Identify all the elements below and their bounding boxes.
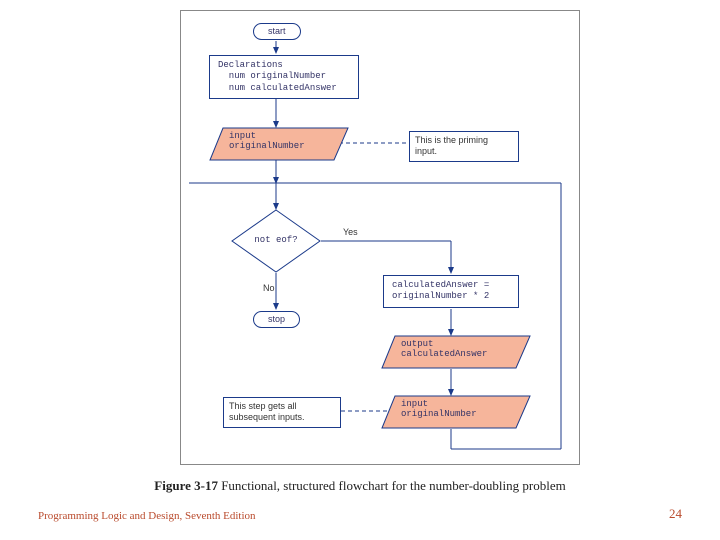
flowchart-frame: start Declarations num originalNumber nu… — [180, 10, 580, 465]
terminal-start-text: start — [268, 26, 286, 36]
terminal-stop: stop — [253, 311, 300, 328]
annotation-priming: This is the priming input. — [409, 131, 519, 162]
decl-line-3: num calculatedAnswer — [218, 83, 350, 94]
decision-not-eof: not eof? — [249, 235, 303, 245]
io-loop-input: input originalNumber — [401, 399, 477, 419]
io-priming-l2: originalNumber — [229, 141, 305, 151]
calc-l1: calculatedAnswer = — [392, 280, 510, 291]
io-output-l1: output — [401, 339, 487, 349]
annotation-subsequent: This step gets all subsequent inputs. — [223, 397, 341, 428]
io-loop-l2: originalNumber — [401, 409, 477, 419]
figure-caption: Figure 3-17 Functional, structured flowc… — [0, 478, 720, 494]
caption-figure-number: Figure 3-17 — [154, 478, 218, 493]
edge-label-yes: Yes — [343, 227, 358, 237]
annotation-priming-l1: This is the priming — [415, 135, 513, 146]
decl-line-1: Declarations — [218, 60, 350, 71]
decl-line-2: num originalNumber — [218, 71, 350, 82]
terminal-start: start — [253, 23, 301, 40]
annotation-priming-l2: input. — [415, 146, 513, 157]
calc-l2: originalNumber * 2 — [392, 291, 510, 302]
process-calc: calculatedAnswer = originalNumber * 2 — [383, 275, 519, 308]
process-declarations: Declarations num originalNumber num calc… — [209, 55, 359, 99]
edge-label-no: No — [263, 283, 275, 293]
io-output-l2: calculatedAnswer — [401, 349, 487, 359]
terminal-stop-text: stop — [268, 314, 285, 324]
io-priming-input: input originalNumber — [229, 131, 305, 151]
annotation-sub-l1: This step gets all — [229, 401, 335, 412]
caption-text: Functional, structured flowchart for the… — [218, 478, 566, 493]
io-output: output calculatedAnswer — [401, 339, 487, 359]
io-priming-l1: input — [229, 131, 305, 141]
annotation-sub-l2: subsequent inputs. — [229, 412, 335, 423]
footer-book-title: Programming Logic and Design, Seventh Ed… — [38, 510, 256, 522]
io-loop-l1: input — [401, 399, 477, 409]
footer-page-number: 24 — [669, 506, 682, 522]
